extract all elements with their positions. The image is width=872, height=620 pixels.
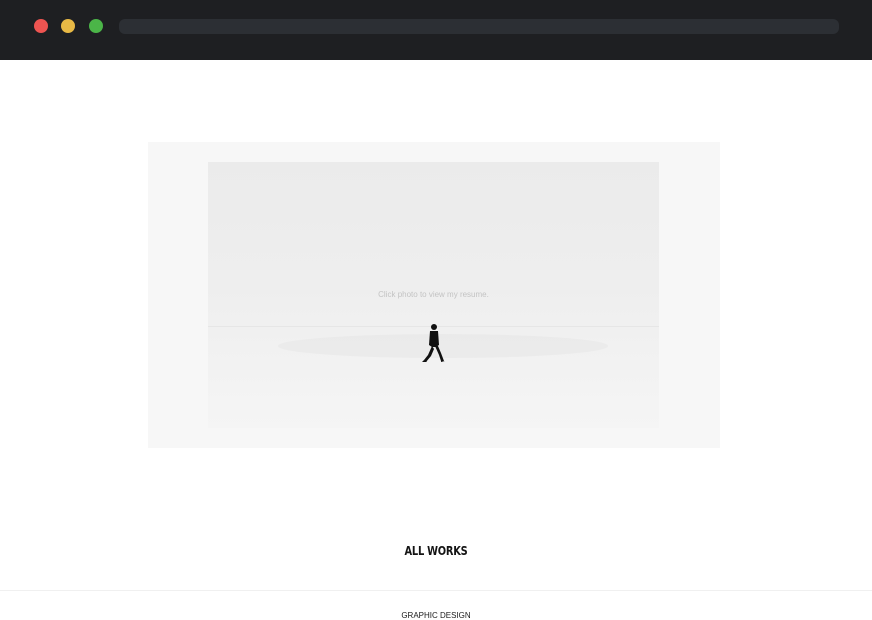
minimize-window-button[interactable] (61, 19, 75, 33)
category-graphic-design-link[interactable]: GRAPHIC DESIGN (0, 611, 872, 620)
browser-chrome (0, 0, 872, 60)
maximize-window-button[interactable] (89, 19, 103, 33)
resume-photo[interactable]: Click photo to view my resume. (208, 162, 659, 428)
photo-caption: Click photo to view my resume. (378, 290, 489, 299)
section-divider (0, 590, 872, 591)
address-bar[interactable] (119, 19, 839, 34)
section-title: ALL WORKS (404, 544, 468, 558)
close-window-button[interactable] (34, 19, 48, 33)
walking-person-icon (422, 324, 445, 362)
